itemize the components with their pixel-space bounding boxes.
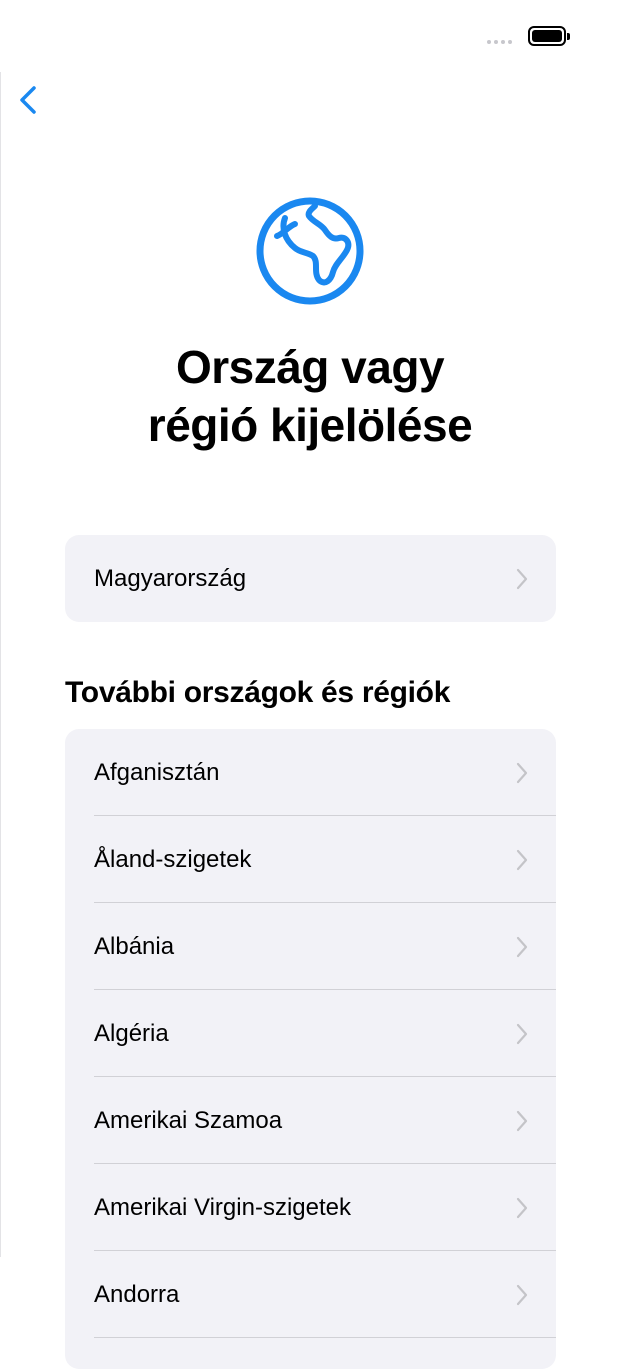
- current-region-card: Magyarország: [65, 535, 556, 622]
- region-label: Andorra: [94, 1281, 180, 1308]
- row-separator: [94, 1337, 556, 1338]
- region-row-afganisztan[interactable]: Afganisztán: [65, 729, 556, 816]
- region-label: Åland-szigetek: [94, 846, 252, 873]
- region-label: Albánia: [94, 933, 175, 960]
- chevron-right-icon: [516, 1284, 528, 1306]
- chevron-right-icon: [516, 936, 528, 958]
- page-title: Ország vagy régió kijelölése: [0, 338, 620, 454]
- current-region-row[interactable]: Magyarország: [65, 535, 556, 622]
- status-bar: [0, 0, 620, 70]
- chevron-right-icon: [516, 568, 528, 590]
- region-label: Amerikai Szamoa: [94, 1107, 283, 1134]
- region-row-aland-szigetek[interactable]: Åland-szigetek: [65, 816, 556, 903]
- chevron-right-icon: [516, 762, 528, 784]
- chevron-right-icon: [516, 1197, 528, 1219]
- chevron-right-icon: [516, 849, 528, 871]
- battery-icon: [528, 26, 570, 46]
- region-row-amerikai-szamoa[interactable]: Amerikai Szamoa: [65, 1077, 556, 1164]
- chevron-right-icon: [516, 1023, 528, 1045]
- chevron-left-icon: [20, 86, 36, 114]
- current-region-label: Magyarország: [94, 565, 247, 592]
- back-button[interactable]: [14, 80, 48, 120]
- region-list: Afganisztán Åland-szigetek Albánia Algér…: [65, 729, 556, 1369]
- page-title-line-1: Ország vagy: [175, 341, 445, 393]
- region-row-albania[interactable]: Albánia: [65, 903, 556, 990]
- region-label: Algéria: [94, 1020, 169, 1047]
- chevron-right-icon: [516, 1110, 528, 1132]
- region-row-algeria[interactable]: Algéria: [65, 990, 556, 1077]
- cellular-signal-icon: [487, 40, 512, 44]
- region-label: Afganisztán: [94, 759, 220, 786]
- page-title-line-2: régió kijelölése: [147, 399, 473, 451]
- region-row-andorra[interactable]: Andorra: [65, 1251, 556, 1338]
- region-label: Amerikai Virgin-szigetek: [94, 1194, 351, 1221]
- section-title: További országok és régiók: [65, 676, 451, 709]
- window-edge: [0, 72, 1, 1257]
- region-row-amerikai-virgin-szigetek[interactable]: Amerikai Virgin-szigetek: [65, 1164, 556, 1251]
- globe-africa-icon: [256, 197, 364, 305]
